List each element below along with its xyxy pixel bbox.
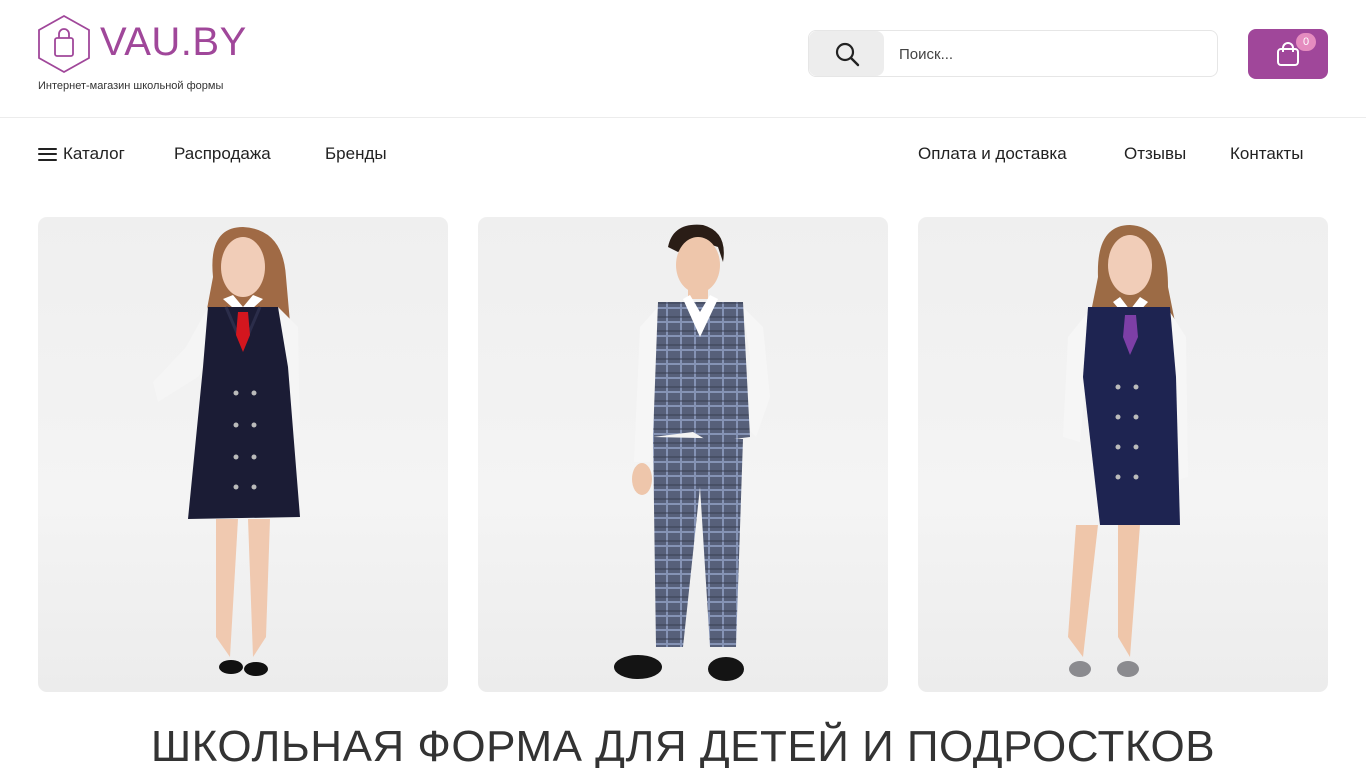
nav-contacts[interactable]: Контакты [1230,144,1303,164]
banner-boy-plaid-suit[interactable] [478,217,888,692]
logo-text: VAU.BY [100,20,247,64]
banner-girl-dark-dress[interactable] [38,217,448,692]
cart-count-badge: 0 [1296,33,1316,51]
nav-payment-delivery[interactable]: Оплата и доставка [918,144,1067,164]
nav-sale[interactable]: Распродажа [174,144,271,164]
search-button[interactable] [809,31,884,76]
site-header: VAU.BY Интернет-магазин школьной формы 0 [0,0,1366,118]
main-nav: Каталог Распродажа Бренды Оплата и доста… [0,118,1366,190]
logo-bag-icon [38,14,90,74]
nav-reviews[interactable]: Отзывы [1124,144,1186,164]
page-title: ШКОЛЬНАЯ ФОРМА ДЛЯ ДЕТЕЙ И ПОДРОСТКОВ [150,722,1216,768]
logo[interactable]: VAU.BY Интернет-магазин школьной формы [36,14,276,96]
cart-button[interactable]: 0 [1248,29,1328,79]
banner-image [153,227,300,676]
nav-brands[interactable]: Бренды [325,144,387,164]
banner-image [1063,225,1188,677]
search-input[interactable] [899,39,1199,69]
search-box [808,30,1218,77]
banner-image [614,224,770,681]
nav-catalog-label: Каталог [63,144,125,163]
banner-girl-navy-dress[interactable] [918,217,1328,692]
search-icon [835,42,859,66]
nav-catalog[interactable]: Каталог [38,144,125,164]
logo-tagline: Интернет-магазин школьной формы [38,80,224,92]
menu-icon [38,147,57,161]
